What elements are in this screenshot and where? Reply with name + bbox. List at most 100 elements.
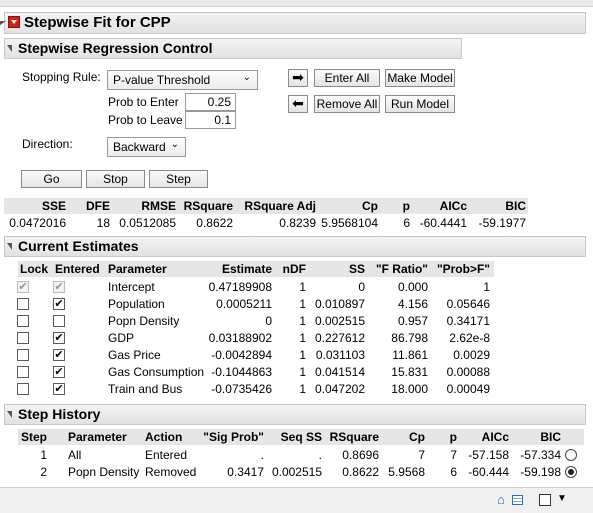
entered-checkbox[interactable]: ✔ — [53, 383, 65, 395]
lock-checkbox[interactable] — [17, 349, 29, 361]
entered-checkbox[interactable]: ✔ — [53, 298, 65, 310]
estimate-cell: 0 — [265, 314, 272, 328]
control-title: Stepwise Regression Control — [18, 40, 213, 56]
step-number: 2 — [40, 465, 47, 479]
col-header-step: Step — [21, 430, 48, 444]
history-radio-button[interactable] — [565, 466, 577, 478]
estimate-cell: 1 — [299, 331, 306, 345]
entered-checkbox[interactable]: ✔ — [53, 349, 65, 361]
prob-leave-label: Prob to Leave — [108, 113, 183, 127]
lock-checkbox[interactable]: ✔ — [17, 281, 29, 293]
estimate-cell: -0.0735426 — [211, 382, 272, 396]
estimate-cell: 0.047202 — [314, 382, 365, 396]
summary-col-header: RSquare Adj — [244, 199, 316, 213]
lock-checkbox[interactable] — [17, 383, 29, 395]
col-header-entered: Entered — [55, 262, 100, 276]
summary-col-header: BIC — [505, 199, 526, 213]
dropdown-arrow-icon[interactable]: ▼ — [557, 493, 567, 504]
prob-enter-field[interactable]: 0.25 — [185, 93, 236, 111]
summary-value: 18 — [96, 216, 110, 230]
col-header: nDF — [282, 262, 306, 276]
report-disclosure-icon[interactable] — [0, 21, 6, 26]
col-header: Seq SS — [280, 430, 322, 444]
col-header: RSquare — [329, 430, 379, 444]
estimate-cell: -0.0042894 — [211, 348, 272, 362]
col-header-parameter: Parameter — [108, 262, 167, 276]
history-cell: 5.9568 — [388, 465, 425, 479]
estimate-cell: 1 — [299, 314, 306, 328]
entered-checkbox[interactable]: ✔ — [53, 332, 65, 344]
summary-value: 0.8622 — [196, 216, 233, 230]
parameter-name: Gas Price — [108, 348, 161, 362]
stop-button[interactable]: Stop — [86, 170, 145, 188]
go-button[interactable]: Go — [21, 170, 82, 188]
col-header-action: Action — [145, 430, 183, 444]
summary-value: -59.1977 — [478, 216, 526, 230]
lock-checkbox[interactable] — [17, 298, 29, 310]
run-model-button[interactable]: Run Model — [385, 95, 455, 113]
history-parameter: All — [68, 448, 82, 462]
entered-checkbox[interactable]: ✔ — [53, 281, 65, 293]
history-cell: 0.002515 — [271, 465, 322, 479]
direction-label: Direction: — [22, 137, 73, 151]
lock-checkbox[interactable] — [17, 366, 29, 378]
entered-checkbox[interactable] — [53, 315, 65, 327]
history-action: Removed — [145, 465, 197, 479]
estimates-disclosure-icon[interactable] — [7, 243, 12, 250]
estimate-cell: -0.1044863 — [211, 365, 272, 379]
remove-arrow-button[interactable]: ⬅ — [288, 95, 308, 113]
lock-checkbox[interactable] — [17, 315, 29, 327]
history-disclosure-icon[interactable] — [7, 411, 12, 418]
summary-value: -60.4441 — [419, 216, 467, 230]
summary-col-header: p — [402, 199, 410, 213]
estimate-cell: 18.000 — [391, 382, 428, 396]
direction-select[interactable]: Backward ⌄ — [107, 137, 186, 157]
direction-value: Backward — [113, 140, 166, 154]
entered-checkbox[interactable]: ✔ — [53, 366, 65, 378]
estimate-cell: 1 — [483, 280, 490, 294]
parameter-name: Train and Bus — [108, 382, 183, 396]
col-header: "Prob>F" — [436, 262, 490, 276]
col-header: Cp — [409, 430, 425, 444]
remove-all-button[interactable]: Remove All — [314, 95, 380, 113]
estimate-cell: 0.34171 — [446, 314, 490, 328]
enter-arrow-button[interactable]: ➡ — [288, 69, 308, 87]
summary-value: 5.9568104 — [321, 216, 378, 230]
history-cell: . — [318, 448, 322, 462]
estimate-cell: 1 — [299, 297, 306, 311]
chevron-down-icon: ⌄ — [170, 139, 179, 150]
estimate-cell: 0.031103 — [315, 348, 365, 362]
col-header: "F Ratio" — [375, 262, 428, 276]
history-cell: -60.444 — [468, 465, 509, 479]
history-cell: 0.8696 — [342, 448, 379, 462]
estimate-cell: 1 — [299, 280, 306, 294]
summary-value: 0.0512085 — [119, 216, 176, 230]
parameter-name: Popn Density — [108, 314, 180, 328]
table-icon[interactable] — [512, 495, 523, 505]
red-triangle-menu-icon[interactable] — [8, 16, 20, 28]
radio-dot — [568, 469, 574, 475]
window-select-icon[interactable] — [539, 494, 551, 506]
estimate-cell: 0.00049 — [446, 382, 490, 396]
estimate-cell: 1 — [299, 365, 306, 379]
stopping-rule-label: Stopping Rule: — [22, 70, 101, 84]
chevron-down-icon: ⌄ — [242, 72, 251, 83]
estimate-cell: 86.798 — [391, 331, 428, 345]
parameter-name: Gas Consumption — [108, 365, 205, 379]
estimate-cell: 1 — [299, 348, 306, 362]
prob-enter-label: Prob to Enter — [108, 95, 179, 109]
make-model-button[interactable]: Make Model — [385, 69, 455, 87]
estimate-cell: 0.0029 — [453, 348, 490, 362]
control-disclosure-icon[interactable] — [7, 45, 12, 52]
lock-checkbox[interactable] — [17, 332, 29, 344]
step-button[interactable]: Step — [149, 170, 208, 188]
stopping-rule-select[interactable]: P-value Threshold ⌄ — [107, 70, 258, 90]
report-title: Stepwise Fit for CPP — [24, 14, 171, 31]
prob-leave-field[interactable]: 0.1 — [185, 111, 236, 129]
summary-col-header: Cp — [362, 199, 378, 213]
home-icon[interactable]: ⌂ — [497, 493, 505, 506]
enter-all-button[interactable]: Enter All — [314, 69, 380, 87]
col-header: "Sig Prob" — [203, 430, 264, 444]
history-radio-button[interactable] — [565, 449, 577, 461]
estimate-cell: 0.000 — [397, 280, 428, 294]
